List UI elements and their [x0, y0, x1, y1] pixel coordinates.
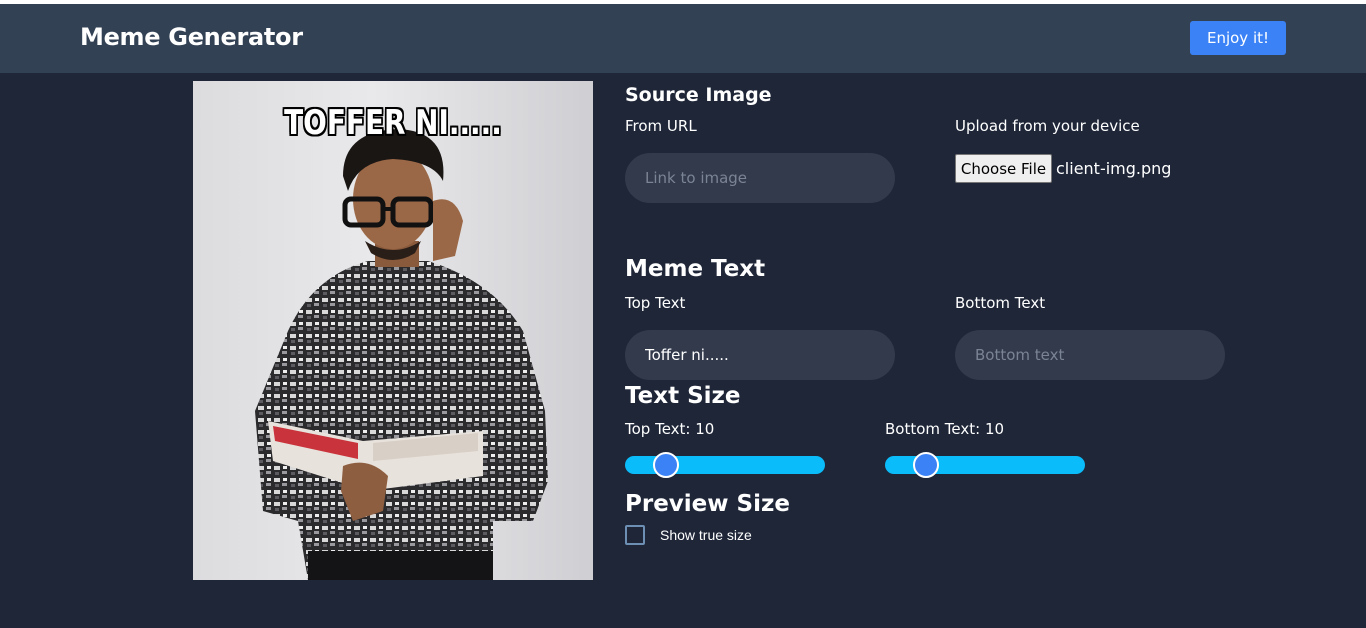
enjoy-button[interactable]: Enjoy it! [1190, 21, 1286, 55]
bottom-text-label: Bottom Text [955, 294, 1046, 312]
upload-label: Upload from your device [955, 117, 1140, 135]
source-image-heading: Source Image [625, 84, 772, 106]
text-size-heading: Text Size [625, 383, 741, 409]
bottom-size-slider[interactable] [885, 452, 1085, 478]
meme-photo [255, 129, 548, 580]
meme-top-text: TOFFER NI..... [284, 103, 502, 143]
selected-file-name: client-img.png [1056, 159, 1172, 178]
top-size-label: Top Text: 10 [625, 420, 715, 438]
show-true-size-checkbox[interactable] [625, 525, 645, 545]
top-size-slider-thumb[interactable] [653, 452, 679, 478]
from-url-label: From URL [625, 117, 697, 135]
preview-size-heading: Preview Size [625, 491, 790, 517]
image-url-input[interactable] [625, 153, 895, 203]
bottom-size-label: Bottom Text: 10 [885, 420, 1005, 438]
meme-preview: TOFFER NI..... [193, 81, 593, 580]
app-title: Meme Generator [80, 23, 303, 51]
bottom-text-input[interactable] [955, 330, 1225, 380]
choose-file-button[interactable]: Choose File [955, 154, 1052, 183]
top-size-slider[interactable] [625, 452, 825, 478]
show-true-size-label[interactable]: Show true size [660, 527, 752, 543]
bottom-size-slider-thumb[interactable] [913, 452, 939, 478]
top-text-input[interactable] [625, 330, 895, 380]
top-text-label: Top Text [625, 294, 686, 312]
meme-text-heading: Meme Text [625, 256, 766, 282]
navbar: Meme Generator Enjoy it! [0, 4, 1366, 73]
